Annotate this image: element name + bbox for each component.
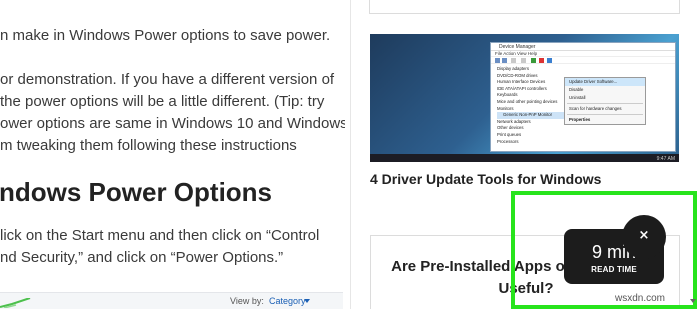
section-heading: ndows Power Options — [0, 177, 273, 207]
view-by-dropdown[interactable]: Category — [269, 296, 306, 306]
forward-icon — [502, 58, 507, 63]
back-icon — [495, 58, 500, 63]
article-text-line: n make in Windows Power options to save … — [0, 27, 331, 44]
article-thumbnail[interactable]: Device Manager File Action View Help Dis… — [370, 34, 679, 162]
scan-icon — [547, 58, 552, 63]
scroll-down-icon[interactable] — [690, 299, 696, 303]
context-menu-item: Update Driver Software... — [565, 78, 645, 86]
tree-item: Other devices — [497, 125, 524, 131]
watermark: wsxdn.com — [615, 293, 666, 304]
control-panel-screenshot: View by: Category — [0, 292, 343, 309]
chevron-down-icon — [304, 299, 310, 303]
uninstall-icon — [539, 58, 544, 63]
close-button[interactable]: × — [622, 215, 666, 259]
menu-separator — [567, 114, 643, 115]
tree-item: Display adapters — [497, 66, 530, 71]
menu-separator — [567, 103, 643, 104]
taskbar-clock: 9:47 AM — [656, 156, 675, 162]
article-text-line: lick on the Start menu and then click on… — [0, 227, 320, 244]
tree-item: Print queues — [497, 131, 522, 137]
article-text-line: nd Security,” and click on “Power Option… — [0, 249, 284, 266]
toolbar — [491, 57, 675, 64]
read-time-label: READ TIME — [591, 265, 637, 274]
context-menu-item: Scan for hardware changes — [569, 106, 622, 111]
context-menu-item: Disable — [569, 87, 584, 92]
previous-card — [369, 0, 680, 14]
context-menu-item: Properties — [569, 117, 591, 122]
article-card-title[interactable]: 4 Driver Update Tools for Windows — [370, 171, 601, 187]
update-icon — [531, 58, 536, 63]
article-text-line: m tweaking them following these instruct… — [0, 137, 297, 154]
taskbar: 9:47 AM — [370, 154, 679, 162]
article-text-line: ower options are same in Windows 10 and … — [0, 115, 345, 132]
article-text-line: or demonstration. If you have a differen… — [0, 71, 335, 88]
window-title: Device Manager — [499, 44, 536, 50]
article-column: n make in Windows Power options to save … — [0, 0, 345, 309]
article-text-line: the power options will be a little diffe… — [0, 93, 325, 110]
properties-icon — [511, 58, 516, 63]
view-by-label: View by: — [230, 296, 264, 306]
close-icon: × — [638, 228, 650, 243]
help-icon — [521, 58, 526, 63]
context-menu-item: Uninstall — [569, 95, 586, 100]
device-manager-window: Device Manager File Action View Help Dis… — [490, 42, 676, 152]
tree-item: Processors — [497, 138, 519, 144]
green-swoosh-icon — [0, 298, 31, 308]
context-menu: Update Driver Software... Disable Uninst… — [564, 77, 646, 125]
